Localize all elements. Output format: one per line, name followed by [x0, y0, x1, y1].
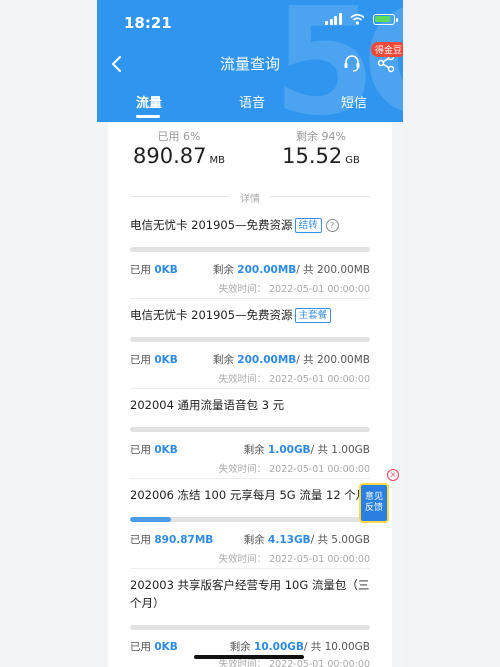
- package-used: 890.87MB: [154, 534, 214, 546]
- used-amount: 890.87 MB: [108, 144, 250, 168]
- remain-prefix: 剩余: [212, 264, 238, 276]
- wifi-icon: [349, 13, 365, 25]
- remaining-percent-label: 剩余 94%: [296, 130, 346, 143]
- package-total: / 共 10.00GB: [303, 641, 370, 653]
- usage-card: 已用 6% 890.87 MB 剩余 94% 15.52 GB 详情 电信无忧卡 2…: [108, 122, 392, 667]
- remaining-amount-unit: GB: [345, 155, 360, 166]
- used-percent-label: 已用 6%: [157, 130, 201, 143]
- remaining-amount-value: 15.52: [282, 144, 343, 168]
- package-total: / 共 200.00MB: [296, 264, 370, 276]
- package-separator: [130, 568, 370, 569]
- package-separator: [130, 298, 370, 299]
- tab-data[interactable]: 流量: [136, 92, 162, 111]
- remaining-amount: 15.52 GB: [250, 144, 392, 168]
- package-progress-bar: [130, 517, 370, 522]
- package-usage-row: 已用 0KB 剩余 1.00GB/ 共 1.00GB: [130, 442, 370, 457]
- signal-icon: [325, 13, 342, 25]
- used-prefix: 已用: [130, 354, 155, 366]
- package-usage-row: 已用 0KB 剩余 200.00MB/ 共 200.00MB: [130, 262, 370, 277]
- package-remaining: 4.13GB: [268, 534, 311, 546]
- gold-bean-badge[interactable]: 得金豆: [371, 42, 403, 57]
- status-time: 18:21: [124, 14, 172, 32]
- package-item: 202003 共享版客户经营专用 10G 流量包（三个月） 已用 0KB 剩余 …: [130, 576, 370, 667]
- tab-voice[interactable]: 语音: [239, 92, 265, 111]
- package-item: 电信无忧卡 201905—免费资源 主套餐 已用 0KB 剩余 200.00MB/…: [130, 306, 370, 396]
- customer-service-icon[interactable]: [341, 52, 363, 74]
- phone-screen: 5G 18:21 流量查询: [97, 0, 403, 667]
- status-icons: [325, 13, 398, 25]
- package-name: 电信无忧卡 201905—免费资源 结转?: [130, 216, 370, 234]
- package-expiry: 失效时间： 2022-05-01 00:00:00: [218, 464, 370, 475]
- remain-prefix: 剩余: [212, 354, 238, 366]
- rollover-tag: 结转: [294, 218, 322, 233]
- package-used: 0KB: [154, 641, 178, 653]
- used-prefix: 已用: [130, 264, 155, 276]
- package-separator: [130, 478, 370, 479]
- package-name: 电信无忧卡 201905—免费资源 主套餐: [130, 306, 370, 324]
- package-used: 0KB: [154, 444, 178, 456]
- active-tab-indicator: [136, 115, 160, 118]
- remain-prefix: 剩余: [229, 641, 255, 653]
- package-expiry: 失效时间： 2022-05-01 00:00:00: [218, 284, 370, 295]
- package-name: 202006 冻结 100 元享每月 5G 流量 12 个月: [130, 488, 368, 502]
- tab-sms[interactable]: 短信: [341, 92, 367, 111]
- package-name: 202004 通用流量语音包 3 元: [130, 398, 285, 412]
- used-amount-value: 890.87: [133, 144, 207, 168]
- package-remaining: 200.00MB: [237, 264, 297, 276]
- package-name: 202003 共享版客户经营专用 10G 流量包（三个月）: [130, 578, 370, 610]
- detail-label: 详情: [240, 194, 260, 205]
- tab-bar: 流量 语音 短信: [97, 92, 403, 118]
- package-item: 202004 通用流量语音包 3 元 已用 0KB 剩余 1.00GB/ 共 1…: [130, 396, 370, 486]
- feedback-button[interactable]: 意见反馈: [359, 483, 389, 523]
- package-progress-bar: [130, 337, 370, 342]
- main-plan-tag: 主套餐: [294, 308, 332, 323]
- app-header: 5G 18:21 流量查询: [97, 0, 403, 122]
- help-icon[interactable]: ?: [325, 219, 339, 232]
- package-expiry: 失效时间： 2022-05-01 00:00:00: [218, 374, 370, 385]
- remain-prefix: 剩余: [243, 444, 269, 456]
- package-total: / 共 5.00GB: [310, 534, 370, 546]
- package-used: 0KB: [154, 264, 178, 276]
- package-item: 202006 冻结 100 元享每月 5G 流量 12 个月 已用 890.87…: [130, 486, 370, 576]
- home-indicator: [194, 655, 304, 659]
- detail-divider: 详情: [130, 190, 370, 205]
- package-usage-row: 已用 0KB 剩余 200.00MB/ 共 200.00MB: [130, 352, 370, 367]
- package-remaining: 200.00MB: [237, 354, 297, 366]
- package-name-text: 电信无忧卡 201905—免费资源: [130, 308, 293, 322]
- package-progress-bar: [130, 427, 370, 432]
- used-amount-unit: MB: [209, 155, 225, 166]
- used-prefix: 已用: [130, 534, 155, 546]
- package-name-text: 电信无忧卡 201905—免费资源: [130, 218, 293, 232]
- package-usage-row: 已用 0KB 剩余 10.00GB/ 共 10.00GB: [130, 639, 370, 654]
- package-progress-fill: [130, 517, 171, 522]
- package-usage-row: 已用 890.87MB 剩余 4.13GB/ 共 5.00GB: [130, 532, 370, 547]
- package-progress-bar: [130, 247, 370, 252]
- package-remaining: 1.00GB: [268, 444, 311, 456]
- used-prefix: 已用: [130, 641, 155, 653]
- package-used: 0KB: [154, 354, 178, 366]
- remain-prefix: 剩余: [243, 534, 269, 546]
- battery-icon: [372, 13, 398, 25]
- package-remaining: 10.00GB: [254, 641, 304, 653]
- package-expiry: 失效时间： 2022-05-01 00:00:00: [218, 554, 370, 565]
- used-prefix: 已用: [130, 444, 155, 456]
- package-progress-bar: [130, 625, 370, 630]
- package-total: / 共 200.00MB: [296, 354, 370, 366]
- package-item: 电信无忧卡 201905—免费资源 结转? 已用 0KB 剩余 200.00MB/…: [130, 216, 370, 306]
- package-total: / 共 1.00GB: [310, 444, 370, 456]
- package-separator: [130, 388, 370, 389]
- feedback-close-icon[interactable]: ×: [387, 469, 399, 481]
